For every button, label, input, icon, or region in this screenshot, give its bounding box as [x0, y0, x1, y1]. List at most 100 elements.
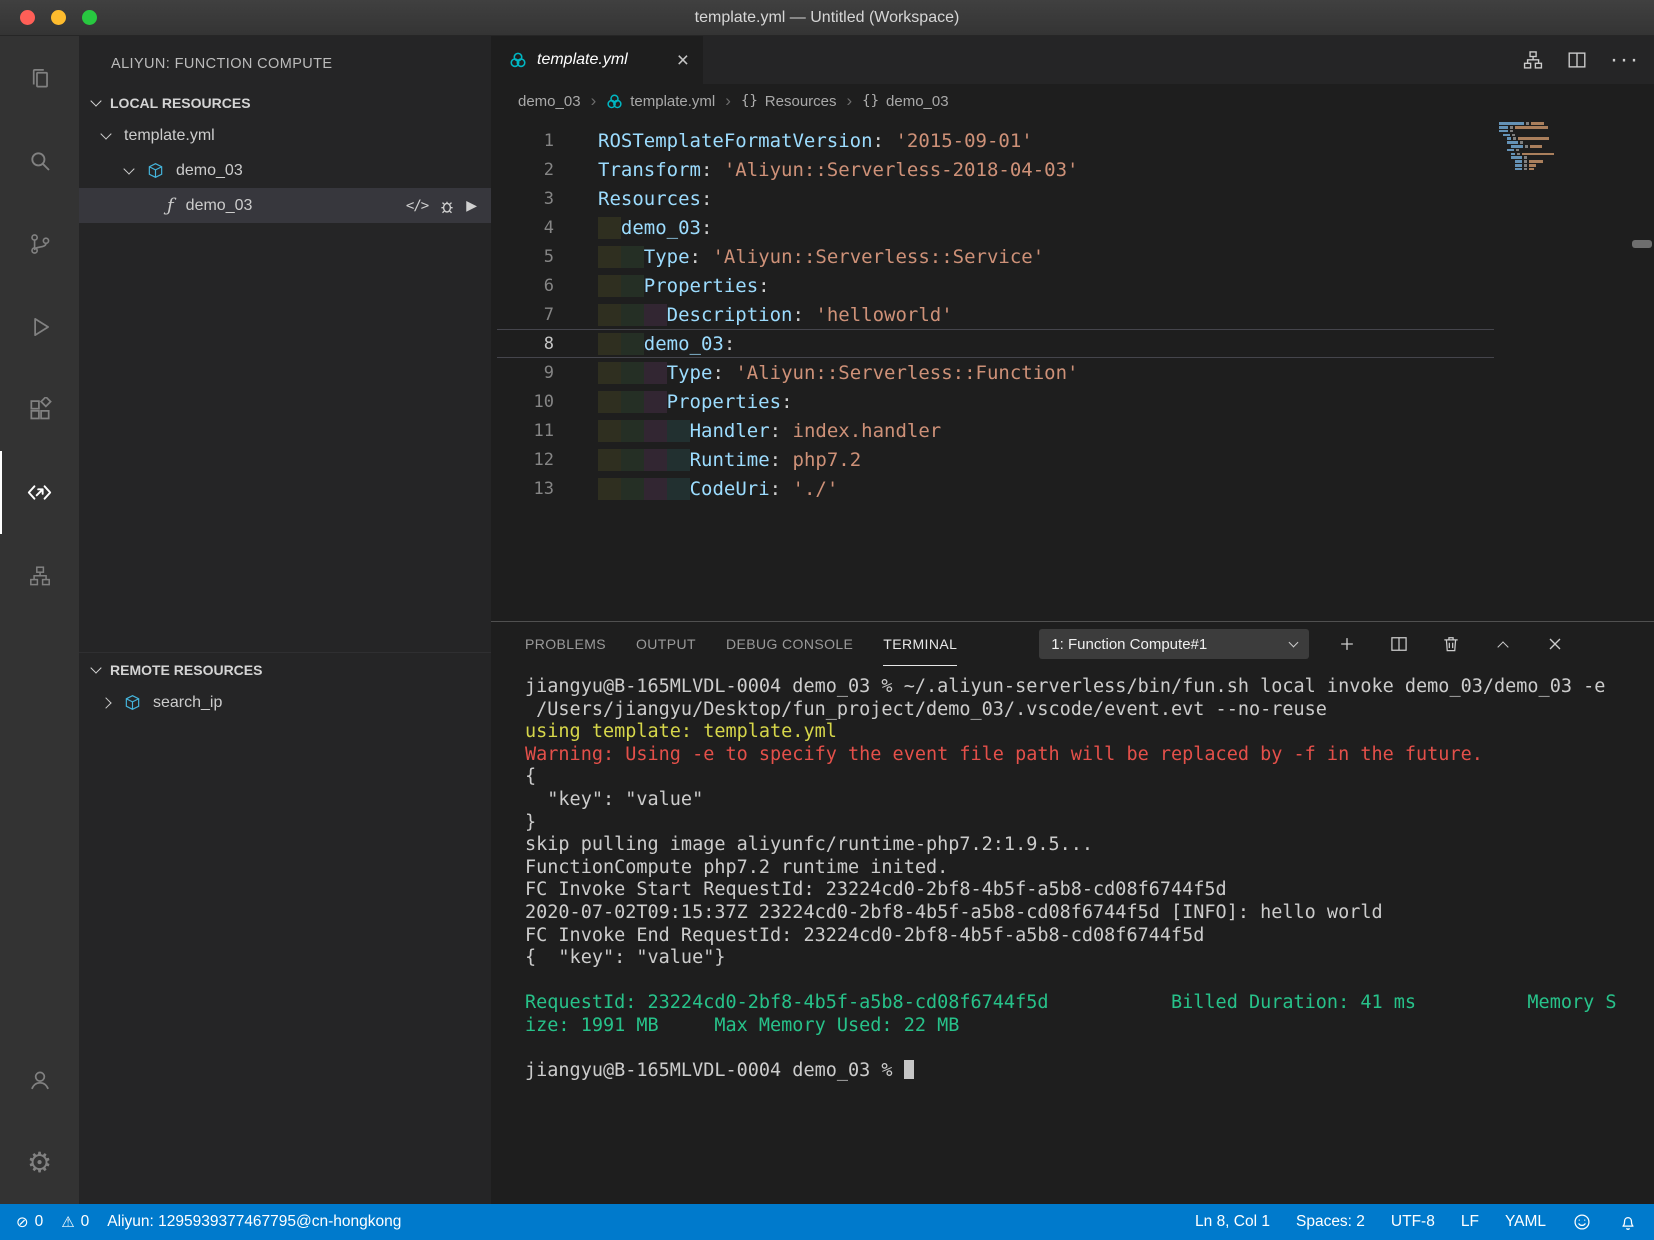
panel-tab-output[interactable]: OUTPUT [636, 622, 696, 666]
remote-resources-header[interactable]: REMOTE RESOURCES [79, 655, 491, 685]
remote-item-search_ip[interactable]: search_ip [79, 685, 491, 720]
code-line-13[interactable]: 13 CodeUri: './' [491, 474, 1654, 503]
code-line-4[interactable]: 4 demo_03: [491, 213, 1654, 242]
breadcrumb-separator: › [846, 91, 853, 110]
kill-terminal-trash-icon[interactable] [1437, 630, 1465, 658]
line-number: 12 [533, 449, 554, 470]
code-line-5[interactable]: 5 Type: 'Aliyun::Serverless::Service' [491, 242, 1654, 271]
code-line-10[interactable]: 10 Properties: [491, 387, 1654, 416]
status-errors-text: 0 [34, 1213, 44, 1230]
status-errors[interactable]: ⊘ 0 [16, 1213, 43, 1231]
terminal-line: Warning: Using -e to specify the event f… [525, 743, 1483, 765]
close-window-button[interactable] [20, 10, 35, 25]
indent-guide [598, 216, 621, 239]
local-resources-section: LOCAL RESOURCES template.yml demo_03 ƒ demo… [79, 88, 491, 652]
aliyun-file-icon [509, 51, 527, 69]
local-resources-header[interactable]: LOCAL RESOURCES [79, 88, 491, 118]
maximize-panel-icon[interactable] [1489, 630, 1517, 658]
close-panel-icon[interactable] [1541, 630, 1569, 658]
tab-template-yml[interactable]: template.yml × [491, 36, 703, 84]
breadcrumb-demo_03[interactable]: demo_03 [518, 93, 581, 110]
local-item-template.yml[interactable]: template.yml [79, 118, 491, 153]
code-line-11[interactable]: 11 Handler: index.handler [491, 416, 1654, 445]
cube-icon [124, 694, 141, 711]
panel-header: PROBLEMS OUTPUT DEBUG CONSOLE TERMINAL 1: F… [491, 622, 1654, 666]
search-icon[interactable] [0, 119, 79, 202]
breadcrumb-demo_03[interactable]: {} demo_03 [862, 93, 948, 110]
deploy-tool-icon[interactable] [0, 534, 79, 617]
indent-guide [598, 303, 621, 326]
source-control-icon[interactable] [0, 202, 79, 285]
terminal-line: FC Invoke Start RequestId: 23224cd0-2bf8… [525, 879, 1227, 901]
split-terminal-icon[interactable] [1385, 630, 1413, 658]
feedback-smiley-icon[interactable] [1572, 1212, 1592, 1232]
status-language-mode[interactable]: YAML [1505, 1213, 1546, 1231]
debug-icon[interactable] [438, 197, 456, 215]
code-line-9[interactable]: 9 Type: 'Aliyun::Serverless::Function' [491, 358, 1654, 387]
tab-label: template.yml [537, 51, 628, 68]
code-editor[interactable]: 1 ROSTemplateFormatVersion: '2015-09-01' 2… [491, 118, 1654, 621]
breadcrumb-template.yml[interactable]: template.yml [606, 93, 715, 110]
line-number: 5 [543, 246, 554, 267]
terminal-line: using template: template.yml [525, 721, 837, 743]
extensions-icon[interactable] [0, 368, 79, 451]
panel-tabs: PROBLEMS OUTPUT DEBUG CONSOLE TERMINAL [525, 622, 958, 666]
local-item-demo_03[interactable]: ƒ demo_03 </> ▶ [79, 188, 491, 223]
code-line-3[interactable]: 3 Resources: [491, 184, 1654, 213]
code-icon[interactable]: </> [406, 198, 429, 214]
line-number: 13 [533, 478, 554, 499]
status-aliyun-account[interactable]: Aliyun: 1295939377467795@cn-hongkong [107, 1213, 401, 1231]
panel-tab-problems[interactable]: PROBLEMS [525, 622, 606, 666]
code-line-1[interactable]: 1 ROSTemplateFormatVersion: '2015-09-01' [491, 126, 1654, 155]
breadcrumb-Resources[interactable]: {} Resources [741, 93, 837, 110]
explorer-icon[interactable] [0, 36, 79, 119]
close-tab-icon[interactable]: × [673, 50, 693, 71]
sidebar: ALIYUN: FUNCTION COMPUTE LOCAL RESOURCES… [79, 36, 491, 1204]
run-icon[interactable]: ▶ [466, 197, 477, 214]
chevron-down-icon [100, 127, 112, 140]
accounts-icon[interactable] [0, 1038, 79, 1121]
terminal-line: { "key": "value"} [525, 947, 726, 969]
code-line-2[interactable]: 2 Transform: 'Aliyun::Serverless-2018-04-… [491, 155, 1654, 184]
code-line-12[interactable]: 12 Runtime: php7.2 [491, 445, 1654, 474]
code-text: Properties: [598, 274, 770, 297]
status-right-items: Ln 8, Col 1 Spaces: 2 UTF-8 LF YAML [1195, 1213, 1546, 1231]
code-line-8[interactable]: 8 demo_03: [491, 329, 1654, 358]
hierarchy-icon[interactable] [1522, 49, 1544, 71]
terminal-output[interactable]: jiangyu@B-165MLVDL-0004 demo_03 % ~/.ali… [491, 666, 1654, 1204]
terminal-line: ize: 1991 MB Max Memory Used: 22 MB [525, 1014, 960, 1036]
line-number: 4 [543, 217, 554, 238]
minimap[interactable] [1499, 121, 1631, 171]
code-text: Type: 'Aliyun::Serverless::Function' [598, 361, 1079, 384]
minimize-window-button[interactable] [51, 10, 66, 25]
function-icon: ƒ [167, 195, 174, 216]
code-line-6[interactable]: 6 Properties: [491, 271, 1654, 300]
terminal-instance-select[interactable]: 1: Function Compute#1 [1039, 629, 1310, 659]
code-text: Runtime: php7.2 [598, 448, 861, 471]
run-debug-icon[interactable] [0, 285, 79, 368]
panel-tab-debug-console[interactable]: DEBUG CONSOLE [726, 622, 853, 666]
notifications-bell-icon[interactable] [1618, 1212, 1638, 1232]
local-resources-tree: template.yml demo_03 ƒ demo_03 </> ▶ [79, 118, 491, 223]
status-eol[interactable]: LF [1461, 1213, 1479, 1231]
status-encoding[interactable]: UTF-8 [1391, 1213, 1435, 1231]
status-cursor-position[interactable]: Ln 8, Col 1 [1195, 1213, 1270, 1231]
settings-gear-icon[interactable]: ⚙ [0, 1121, 79, 1204]
indent-guide [598, 419, 621, 442]
more-actions-icon[interactable]: ··· [1610, 48, 1640, 72]
local-item-demo_03[interactable]: demo_03 [79, 153, 491, 188]
split-editor-icon[interactable] [1566, 49, 1588, 71]
breadcrumb-label: demo_03 [518, 92, 581, 110]
status-indentation[interactable]: Spaces: 2 [1296, 1213, 1365, 1231]
chevron-right-icon [100, 696, 112, 709]
code-line-7[interactable]: 7 Description: 'helloworld' [491, 300, 1654, 329]
braces-icon: {} [740, 93, 758, 109]
status-warnings[interactable]: ⚠ 0 [61, 1213, 89, 1231]
sidebar-title: ALIYUN: FUNCTION COMPUTE [111, 56, 333, 72]
panel-tab-terminal[interactable]: TERMINAL [883, 622, 958, 666]
zoom-window-button[interactable] [82, 10, 97, 25]
new-terminal-icon[interactable] [1333, 630, 1361, 658]
aliyun-serverless-icon[interactable] [0, 451, 79, 534]
terminal-prompt-line: jiangyu@B-165MLVDL-0004 demo_03 % [525, 1060, 1654, 1083]
